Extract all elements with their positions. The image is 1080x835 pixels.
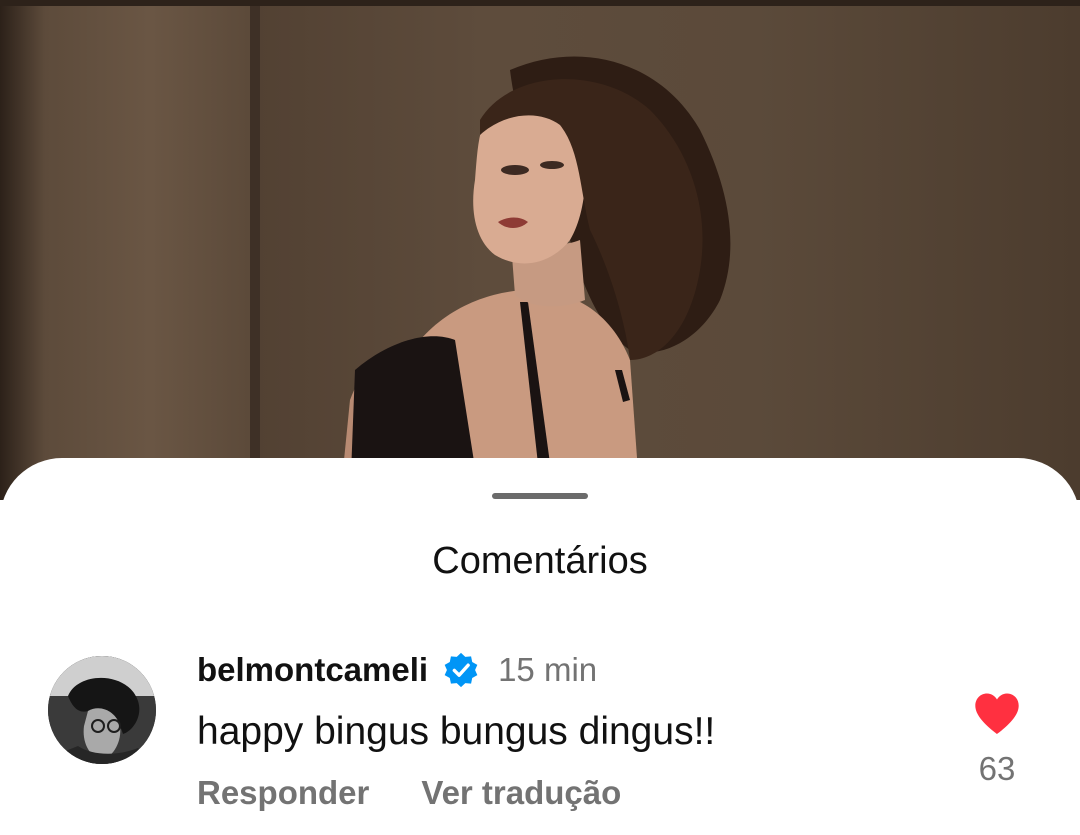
comment-text: happy bingus bungus dingus!!: [197, 710, 716, 753]
photo-door-edge: [250, 6, 260, 500]
sheet-drag-handle[interactable]: [492, 493, 588, 499]
comment-item: belmontcameli 15 min happy bingus bungus…: [0, 648, 1080, 835]
avatar-image: [48, 656, 156, 764]
avatar[interactable]: [48, 656, 156, 764]
sheet-title: Comentários: [432, 540, 648, 582]
photo-figure: [340, 56, 731, 500]
post-photo: [0, 0, 1080, 500]
heart-icon[interactable]: [973, 692, 1021, 736]
comment-header: belmontcameli 15 min: [197, 648, 597, 692]
see-translation-button[interactable]: Ver tradução: [421, 774, 621, 812]
screen: Comentários belmontcameli 15 min happy b…: [0, 0, 1080, 835]
verified-badge-icon: [444, 652, 478, 688]
like-control: 63: [962, 692, 1032, 788]
comments-sheet: Comentários belmontcameli 15 min happy b…: [0, 458, 1080, 835]
comment-actions: Responder Ver tradução: [197, 774, 621, 812]
reply-button[interactable]: Responder: [197, 774, 369, 812]
photo-door: [0, 6, 250, 500]
username-link[interactable]: belmontcameli: [197, 651, 428, 689]
comment-timestamp: 15 min: [498, 651, 598, 688]
like-count: 63: [978, 750, 1016, 787]
